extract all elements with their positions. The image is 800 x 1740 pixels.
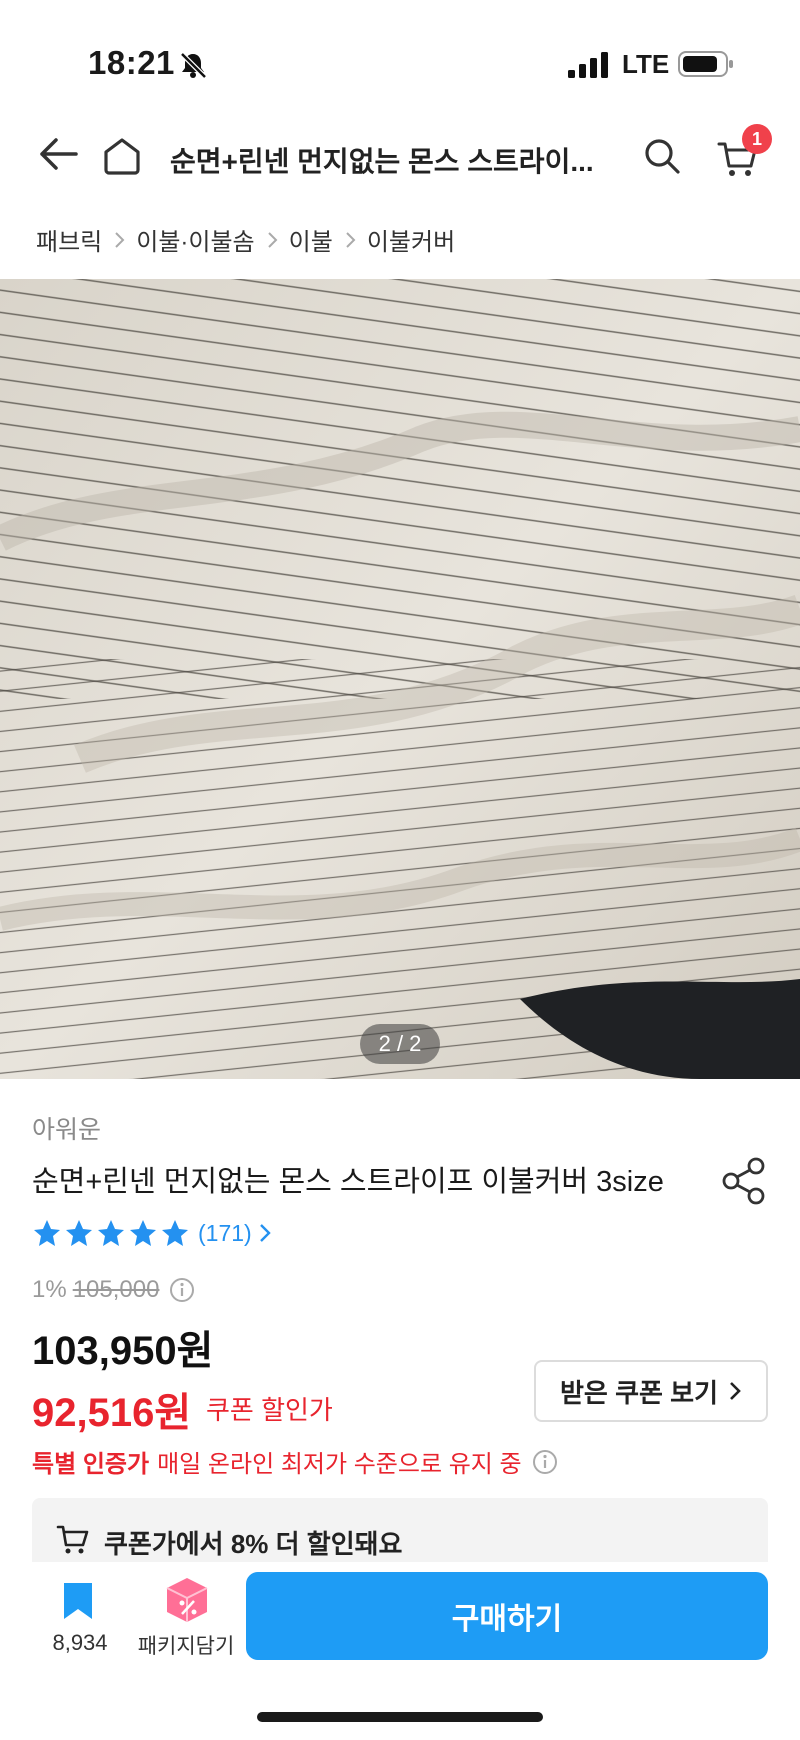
- bell-muted-icon: [180, 52, 207, 79]
- share-icon[interactable]: [720, 1156, 768, 1206]
- striped-duvet-photo: [0, 279, 800, 1079]
- discount-row: 1% 105,000: [32, 1276, 195, 1304]
- star-icon: [34, 1220, 60, 1246]
- cart-count-badge: 1: [742, 124, 772, 154]
- info-icon[interactable]: [532, 1449, 558, 1475]
- coupon-price: 92,516원: [32, 1391, 192, 1435]
- chevron-right-icon: [346, 231, 356, 248]
- chevron-right-icon: [115, 231, 125, 248]
- add-package-label[interactable]: 패키지담기: [136, 1630, 236, 1660]
- home-icon[interactable]: [100, 134, 144, 178]
- bookmark-icon[interactable]: [60, 1580, 96, 1622]
- back-arrow-icon[interactable]: [36, 132, 80, 176]
- network-label: LTE: [622, 49, 670, 79]
- brand-name[interactable]: 아워운: [32, 1110, 101, 1146]
- header-title: 순면+린넨 먼지없는 몬스 스트라이...: [170, 146, 594, 177]
- chevron-right-icon: [267, 231, 278, 248]
- breadcrumb-item-fabric[interactable]: 패브릭: [36, 222, 102, 257]
- original-price: 105,000: [72, 1276, 160, 1303]
- breadcrumb-item-bedding[interactable]: 이불·이불솜: [136, 222, 254, 257]
- image-page-indicator: 2 / 2: [360, 1024, 440, 1064]
- review-count: (171): [198, 1219, 252, 1246]
- product-image[interactable]: 2 / 2: [0, 279, 800, 1079]
- battery-icon: [678, 51, 733, 77]
- buy-button[interactable]: 구매하기: [246, 1572, 768, 1660]
- certified-price-label: 특별 인증가: [32, 1451, 150, 1478]
- product-title: 순면+린넨 먼지없는 몬스 스트라이프 이불커버 3size: [32, 1166, 664, 1198]
- coupon-price-label: 쿠폰 할인가: [206, 1395, 333, 1425]
- info-icon[interactable]: [169, 1277, 195, 1303]
- chevron-right-icon: [259, 1224, 271, 1242]
- promo-text: 쿠폰가에서 8% 더 할인돼요: [104, 1529, 403, 1559]
- star-icon: [162, 1220, 188, 1246]
- view-coupons-button[interactable]: 받은 쿠폰 보기: [534, 1360, 768, 1422]
- discount-percent: 1%: [32, 1276, 67, 1303]
- bookmark-count: 8,934: [52, 1630, 108, 1655]
- rating-row[interactable]: (171): [32, 1218, 272, 1248]
- sale-price: 103,950원: [32, 1329, 214, 1373]
- certified-price-row: 특별 인증가 매일 온라인 최저가 수준으로 유지 중: [32, 1444, 558, 1479]
- breadcrumb-item-duvet[interactable]: 이불: [289, 222, 333, 257]
- star-icon: [98, 1220, 124, 1246]
- search-icon[interactable]: [642, 136, 682, 176]
- home-indicator[interactable]: [257, 1712, 543, 1722]
- chevron-right-icon: [730, 1382, 741, 1400]
- breadcrumb: 패브릭 이불·이불솜 이불 이불커버: [36, 222, 455, 257]
- star-icon: [130, 1220, 156, 1246]
- status-time: 18:21: [88, 44, 175, 81]
- breadcrumb-item-duvet-cover[interactable]: 이불커버: [367, 222, 455, 257]
- certified-price-text: 매일 온라인 최저가 수준으로 유지 중: [157, 1451, 522, 1478]
- view-coupons-label: 받은 쿠폰 보기: [560, 1377, 718, 1408]
- cart-icon: [56, 1525, 89, 1554]
- status-bar: 18:21 LTE: [0, 0, 800, 120]
- star-icon: [66, 1220, 92, 1246]
- package-icon[interactable]: [164, 1576, 210, 1624]
- cellular-signal-icon: [568, 52, 608, 78]
